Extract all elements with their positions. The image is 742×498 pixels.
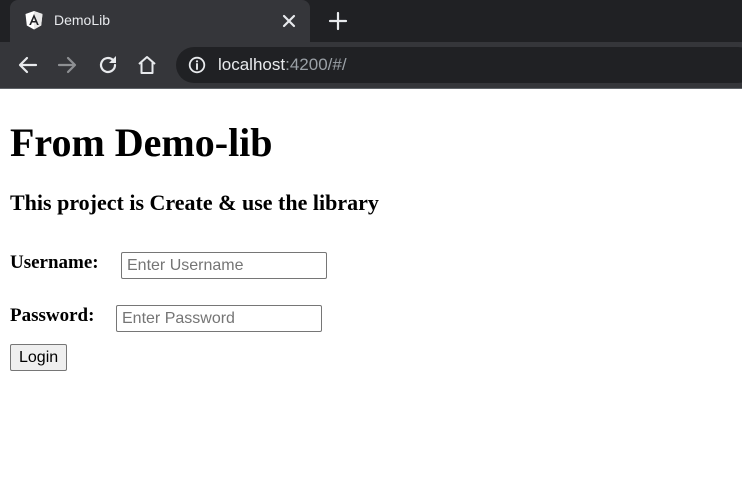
password-label: Password: [10, 305, 95, 326]
username-input[interactable] [121, 252, 327, 279]
url-path: :4200/#/ [285, 55, 347, 74]
address-bar[interactable]: localhost:4200/#/ [176, 47, 742, 83]
url-text: localhost:4200/#/ [218, 55, 347, 75]
info-icon[interactable] [188, 56, 206, 74]
browser-toolbar: localhost:4200/#/ [0, 42, 742, 88]
password-input[interactable] [116, 305, 322, 332]
tab-demolib[interactable]: DemoLib [10, 0, 310, 42]
chrome-divider [0, 88, 742, 89]
arrow-right-icon[interactable] [55, 53, 79, 77]
plus-icon[interactable] [327, 10, 349, 32]
tab-title: DemoLib [54, 12, 111, 28]
tab-strip: DemoLib [0, 0, 742, 42]
angular-icon [25, 11, 43, 30]
page-subtitle: This project is Create & use the library [10, 190, 379, 215]
home-icon[interactable] [135, 53, 159, 77]
url-host: localhost [218, 55, 286, 74]
username-label: Username: [10, 252, 99, 273]
close-icon[interactable] [280, 12, 298, 30]
login-button[interactable]: Login [10, 344, 68, 371]
arrow-left-icon[interactable] [16, 53, 40, 77]
reload-icon[interactable] [96, 53, 120, 77]
page-title: From Demo-lib [10, 120, 273, 165]
